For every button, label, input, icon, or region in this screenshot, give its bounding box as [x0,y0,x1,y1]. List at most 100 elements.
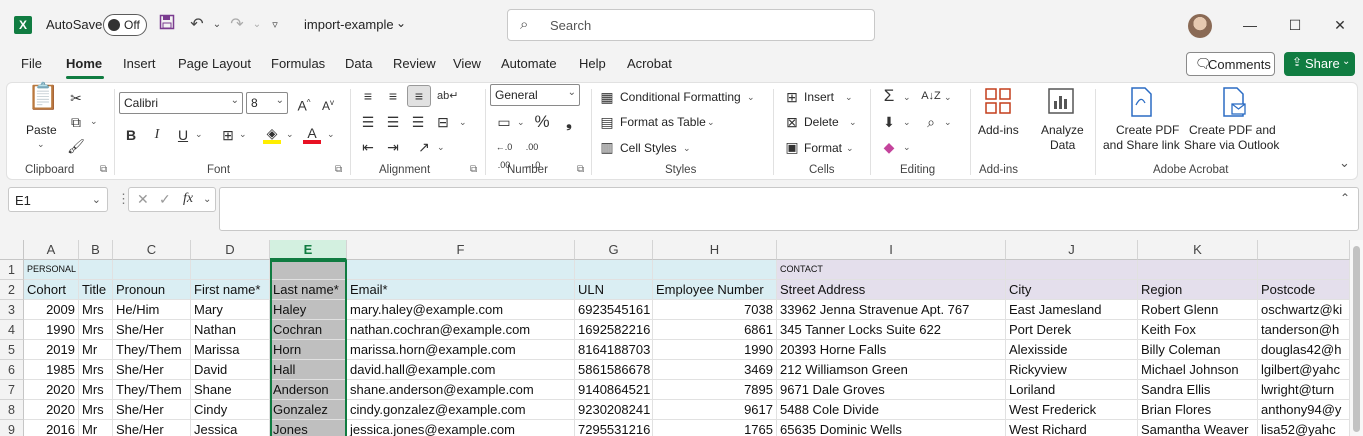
table-cell[interactable]: david.hall@example.com [347,360,575,380]
table-cell[interactable]: Brian Flores [1138,400,1258,420]
table-cell[interactable]: Mary [191,300,270,320]
table-cell[interactable]: douglas42@h [1258,340,1350,360]
format-cells-icon[interactable]: ▣ [783,138,801,156]
table-cell[interactable] [575,260,653,280]
copy-icon[interactable]: ⧉ [67,113,85,131]
table-cell[interactable]: Jessica [191,420,270,436]
row-header-7[interactable]: 7 [0,380,24,400]
cell-styles-label[interactable]: Cell Styles [620,141,677,155]
align-left-icon[interactable]: ☰ [359,113,377,131]
search-box[interactable]: ⌕ Search [507,9,875,41]
table-cell[interactable]: Loriland [1006,380,1138,400]
table-cell[interactable]: Michael Johnson [1138,360,1258,380]
font-color-icon[interactable]: A [303,124,321,144]
comments-button[interactable]: 🗨 Comments [1186,52,1275,76]
format-as-table-icon[interactable]: ▤ [599,113,615,131]
column-title-cell[interactable]: Employee Number [653,280,777,300]
table-cell[interactable]: mary.haley@example.com [347,300,575,320]
table-cell[interactable]: Billy Coleman [1138,340,1258,360]
fill-dropdown-icon[interactable]: ⌄ [903,117,911,128]
conditional-dropdown-icon[interactable]: ⌄ [747,92,755,103]
file-name[interactable]: import-example [304,17,394,32]
undo-icon[interactable]: ↶ [186,14,208,36]
font-size-select[interactable]: 8 ⌄ [246,92,288,114]
table-cell[interactable]: Jones [270,420,347,436]
table-cell[interactable]: lwright@turn [1258,380,1350,400]
table-cell[interactable]: shane.anderson@example.com [347,380,575,400]
customize-qat-icon[interactable]: ▿ [264,14,286,36]
sort-filter-icon[interactable]: A↓Z [920,87,942,105]
autosave-toggle[interactable]: Off [103,14,147,36]
align-center-icon[interactable]: ☰ [384,113,402,131]
table-cell[interactable]: 2020 [24,380,79,400]
table-cell[interactable]: 1765 [653,420,777,436]
fill-color-icon[interactable]: ◈ [263,124,281,144]
column-header-g[interactable]: G [575,240,653,260]
save-icon[interactable] [156,14,178,36]
add-ins-label[interactable]: Add-ins [978,123,1019,137]
table-cell[interactable]: She/Her [113,420,191,436]
table-cell[interactable]: Hall [270,360,347,380]
row-header-1[interactable]: 1 [0,260,24,280]
analyze-data-icon[interactable] [1047,87,1075,115]
clear-dropdown-icon[interactable]: ⌄ [903,142,911,153]
conditional-formatting-icon[interactable]: ▦ [599,88,615,106]
table-cell[interactable]: 6861 [653,320,777,340]
paste-icon[interactable]: 📋 [27,83,59,121]
font-launcher-icon[interactable]: ⧉ [335,164,342,175]
table-cell[interactable]: She/Her [113,320,191,340]
create-pdf-and-label[interactable]: Create PDF and [1189,123,1276,137]
column-title-cell[interactable]: Email* [347,280,575,300]
delete-label[interactable]: Delete [804,115,839,129]
cell-styles-icon[interactable]: ▥ [599,138,615,156]
row-header-9[interactable]: 9 [0,420,24,436]
create-pdf-outlook-icon[interactable] [1221,87,1247,117]
table-cell[interactable]: 20393 Horne Falls [777,340,1006,360]
close-icon[interactable]: ✕ [1330,15,1350,35]
percent-icon[interactable]: % [533,113,551,131]
column-header-d[interactable]: D [191,240,270,260]
table-cell[interactable]: jessica.jones@example.com [347,420,575,436]
undo-dropdown-icon[interactable]: ⌄ [206,14,228,36]
comma-style-icon[interactable]: ❟ [562,113,576,131]
table-cell[interactable]: Mrs [79,320,113,340]
table-cell[interactable]: 345 Tanner Locks Suite 622 [777,320,1006,340]
table-cell[interactable]: 65635 Dominic Wells [777,420,1006,436]
merge-dropdown-icon[interactable]: ⌄ [459,117,467,128]
increase-font-icon[interactable]: A^ [294,94,314,115]
column-title-cell[interactable]: ULN [575,280,653,300]
table-cell[interactable]: tanderson@h [1258,320,1350,340]
table-cell[interactable]: Sandra Ellis [1138,380,1258,400]
number-format-select[interactable]: General ⌄ [490,84,580,106]
table-cell[interactable]: Rickyview [1006,360,1138,380]
table-cell[interactable]: 7295531216 [575,420,653,436]
format-as-table-label[interactable]: Format as Table [620,115,706,129]
select-all-corner[interactable] [0,240,24,260]
insert-dropdown-icon[interactable]: ⌄ [845,92,853,103]
column-title-cell[interactable]: Pronoun [113,280,191,300]
alignment-launcher-icon[interactable]: ⧉ [470,164,477,175]
table-cell[interactable]: lgilbert@yahc [1258,360,1350,380]
table-cell[interactable]: 33962 Jenna Stravenue Apt. 767 [777,300,1006,320]
align-middle-icon[interactable]: ≡ [384,87,402,105]
table-cell[interactable] [270,260,347,280]
format-table-dropdown-icon[interactable]: ⌄ [707,117,715,128]
column-header-i[interactable]: I [777,240,1006,260]
table-cell[interactable]: 9140864521 [575,380,653,400]
table-cell[interactable] [191,260,270,280]
table-cell[interactable]: She/Her [113,400,191,420]
table-cell[interactable] [79,260,113,280]
table-cell[interactable]: 1990 [653,340,777,360]
decrease-indent-icon[interactable]: ⇤ [359,138,377,156]
cell-styles-dropdown-icon[interactable]: ⌄ [683,143,691,154]
italic-button[interactable]: I [149,126,165,144]
column-title-cell[interactable]: Postcode [1258,280,1350,300]
tab-acrobat[interactable]: Acrobat [627,56,672,71]
borders-dropdown-icon[interactable]: ⌄ [239,129,247,140]
create-pdf-label[interactable]: Create PDF [1116,123,1179,137]
autosum-dropdown-icon[interactable]: ⌄ [903,92,911,103]
align-right-icon[interactable]: ☰ [409,113,427,131]
orientation-dropdown-icon[interactable]: ⌄ [437,142,445,153]
increase-indent-icon[interactable]: ⇥ [384,138,402,156]
tab-file[interactable]: File [21,56,42,71]
